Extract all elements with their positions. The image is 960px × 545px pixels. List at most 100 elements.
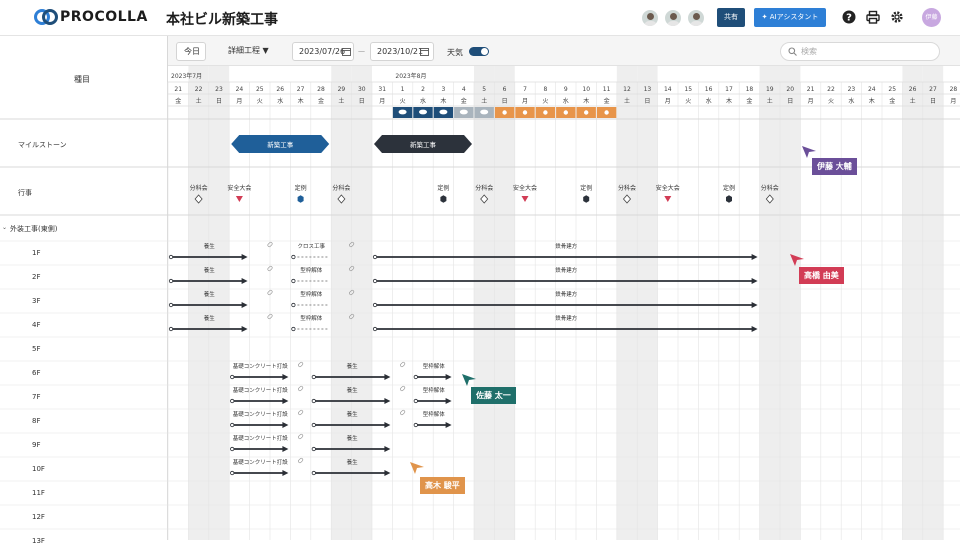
weekday-label: 金 <box>889 97 895 105</box>
link-icon[interactable] <box>298 409 304 416</box>
task-start-handle[interactable] <box>413 422 418 428</box>
cursor-takagi <box>410 462 424 474</box>
arrow-head-icon <box>282 374 289 380</box>
day-number: 10 <box>582 86 590 93</box>
weekday-label: 金 <box>604 97 610 105</box>
link-icon[interactable] <box>400 361 406 368</box>
day-number: 11 <box>603 86 611 93</box>
sun-icon <box>522 110 528 115</box>
day-number: 23 <box>848 86 856 93</box>
task-label: 鉄骨建方 <box>555 266 578 274</box>
task-start-handle[interactable] <box>413 398 418 404</box>
arrow-head-icon <box>282 470 289 476</box>
task-start-handle[interactable] <box>413 374 418 380</box>
day-number: 7 <box>523 86 527 93</box>
triangle-marker-icon[interactable] <box>664 196 672 202</box>
milestone-label: 新築工事 <box>410 140 437 149</box>
cloud-icon <box>459 109 468 115</box>
hexagon-marker-icon[interactable] <box>440 195 447 203</box>
floor-label: 6F <box>32 369 41 377</box>
day-number: 5 <box>482 86 486 93</box>
event-label: 安全大会 <box>227 184 251 192</box>
floor-label: 11F <box>32 489 45 497</box>
task-start-handle[interactable] <box>372 326 378 332</box>
link-icon[interactable] <box>400 385 406 392</box>
task-label: 型枠解体 <box>423 386 446 394</box>
weekend-column <box>637 66 658 540</box>
hexagon-marker-icon[interactable] <box>297 195 304 203</box>
chevron-down-icon[interactable]: ⌄ <box>2 224 7 231</box>
arrow-head-icon <box>384 422 391 428</box>
event-label: 安全大会 <box>656 184 680 192</box>
day-number: 9 <box>564 86 568 93</box>
link-icon[interactable] <box>400 409 406 416</box>
triangle-marker-icon[interactable] <box>235 196 243 202</box>
month-label: 2023年7月 <box>171 72 202 80</box>
task-start-handle[interactable] <box>311 470 316 476</box>
hexagon-marker-icon[interactable] <box>583 195 590 203</box>
day-number: 3 <box>441 86 445 93</box>
task-start-handle[interactable] <box>168 302 174 308</box>
weekday-label: 日 <box>787 98 793 105</box>
link-icon[interactable] <box>298 457 304 464</box>
task-label: 養生 <box>204 314 216 322</box>
day-number: 28 <box>317 86 325 93</box>
weekday-label: 火 <box>542 98 548 105</box>
weekday-label: 火 <box>257 98 263 105</box>
day-number: 13 <box>644 86 652 93</box>
task-label: 鉄骨建方 <box>555 314 578 322</box>
month-label: 2023年8月 <box>395 72 426 80</box>
task-start-handle[interactable] <box>168 278 174 284</box>
arrow-head-icon <box>751 302 758 308</box>
task-start-handle[interactable] <box>291 326 296 332</box>
arrow-head-icon <box>384 470 391 476</box>
task-start-handle[interactable] <box>311 374 316 380</box>
task-start-handle[interactable] <box>291 278 296 284</box>
task-start-handle[interactable] <box>372 254 378 260</box>
task-start-handle[interactable] <box>291 254 296 260</box>
task-start-handle[interactable] <box>311 398 316 404</box>
task-label: 養生 <box>347 362 359 370</box>
task-start-handle[interactable] <box>230 374 235 380</box>
rain-cloud-icon <box>439 109 448 115</box>
day-number: 30 <box>358 86 366 93</box>
task-start-handle[interactable] <box>372 302 378 308</box>
event-label: 分科会 <box>761 184 779 192</box>
weekday-label: 土 <box>196 97 202 105</box>
day-number: 23 <box>215 86 223 93</box>
task-start-handle[interactable] <box>311 446 316 452</box>
cursor-label-takagi: 高木 駿平 <box>420 477 465 494</box>
weekend-column <box>902 66 923 540</box>
weekday-label: 土 <box>910 97 916 105</box>
day-number: 29 <box>338 86 346 93</box>
day-number: 31 <box>378 86 386 93</box>
day-number: 26 <box>909 86 917 93</box>
group-row-label: 外装工事(東側) <box>10 225 58 233</box>
rain-cloud-icon <box>419 109 427 115</box>
weekday-label: 月 <box>236 98 242 105</box>
weekend-column <box>759 66 780 540</box>
task-start-handle[interactable] <box>168 254 174 260</box>
event-row-label: 行事 <box>18 189 32 197</box>
triangle-marker-icon[interactable] <box>521 196 529 202</box>
task-start-handle[interactable] <box>311 422 316 428</box>
task-start-handle[interactable] <box>230 470 235 476</box>
link-icon[interactable] <box>298 361 304 368</box>
cursor-takahashi <box>790 254 804 266</box>
event-label: 定例 <box>437 184 449 192</box>
sun-icon <box>543 110 548 115</box>
link-icon[interactable] <box>298 385 304 392</box>
weekday-label: 木 <box>298 97 304 105</box>
task-start-handle[interactable] <box>168 326 174 332</box>
link-icon[interactable] <box>298 433 304 440</box>
hexagon-marker-icon[interactable] <box>726 195 732 203</box>
day-number: 14 <box>664 86 672 93</box>
task-start-handle[interactable] <box>230 446 235 452</box>
task-start-handle[interactable] <box>372 278 378 284</box>
arrow-head-icon <box>282 446 289 452</box>
task-start-handle[interactable] <box>230 422 235 428</box>
weekday-label: 土 <box>624 97 630 105</box>
cursor-sato <box>462 374 476 386</box>
task-start-handle[interactable] <box>230 398 235 404</box>
task-start-handle[interactable] <box>291 302 296 308</box>
